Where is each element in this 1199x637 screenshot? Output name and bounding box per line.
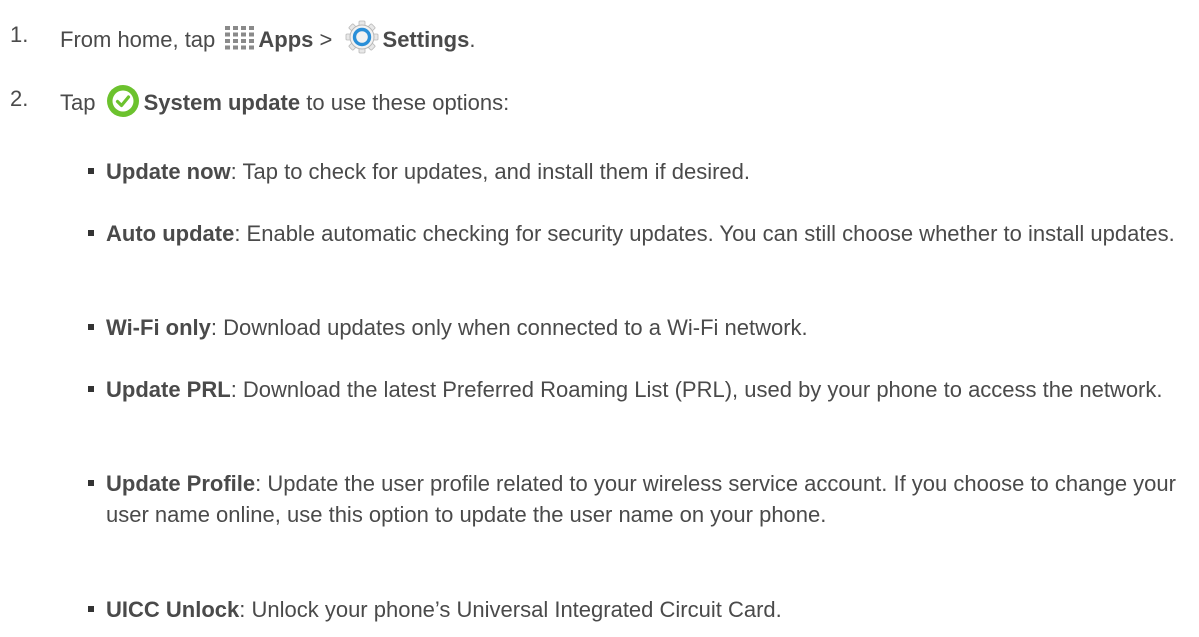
step-suffix: to use these options: xyxy=(306,89,510,115)
option-text: Update now: Tap to check for updates, an… xyxy=(106,156,1186,187)
step-number: 2. xyxy=(10,86,29,111)
option-term: UICC Unlock xyxy=(106,597,240,622)
option-desc: : Download the latest Preferred Roaming … xyxy=(230,377,1163,402)
step-prefix: From home, tap xyxy=(60,26,216,52)
bullet-icon xyxy=(88,480,94,486)
step-suffix: . xyxy=(469,26,476,52)
bullet-icon xyxy=(88,324,94,330)
system-update-check-icon xyxy=(106,84,140,118)
option-term: Auto update xyxy=(106,221,235,246)
option-text: Update Profile: Update the user profile … xyxy=(106,468,1186,530)
option-term: Update Profile xyxy=(106,471,256,496)
step-text: From home, tap Apps > Settings. xyxy=(60,20,475,62)
step-text: Tap System update to use these options: xyxy=(60,84,509,124)
bullet-icon xyxy=(88,168,94,174)
apps-label: Apps xyxy=(258,26,314,52)
option-desc: : Download updates only when connected t… xyxy=(210,315,808,340)
menu-separator: > xyxy=(319,26,333,52)
option-term: Update PRL xyxy=(106,377,231,402)
bullet-icon xyxy=(88,230,94,236)
system-update-label: System update xyxy=(143,89,301,115)
option-term: Wi-Fi only xyxy=(106,315,211,340)
option-text: Update PRL: Download the latest Preferre… xyxy=(106,374,1186,405)
apps-grid-icon xyxy=(225,26,255,50)
settings-label: Settings xyxy=(382,26,470,52)
option-desc: : Update the user profile related to you… xyxy=(106,471,1176,527)
bullet-icon xyxy=(88,386,94,392)
bullet-icon xyxy=(88,606,94,612)
option-desc: : Unlock your phone’s Universal Integrat… xyxy=(239,597,782,622)
option-text: UICC Unlock: Unlock your phone’s Univers… xyxy=(106,594,1186,625)
option-text: Auto update: Enable automatic checking f… xyxy=(106,218,1186,249)
option-desc: : Tap to check for updates, and install … xyxy=(230,159,751,184)
settings-gear-icon xyxy=(345,20,379,54)
step-prefix: Tap xyxy=(60,89,96,115)
option-term: Update now xyxy=(106,159,231,184)
option-text: Wi-Fi only: Download updates only when c… xyxy=(106,312,1186,343)
step-number: 1. xyxy=(10,22,29,47)
option-desc: : Enable automatic checking for security… xyxy=(234,221,1175,246)
